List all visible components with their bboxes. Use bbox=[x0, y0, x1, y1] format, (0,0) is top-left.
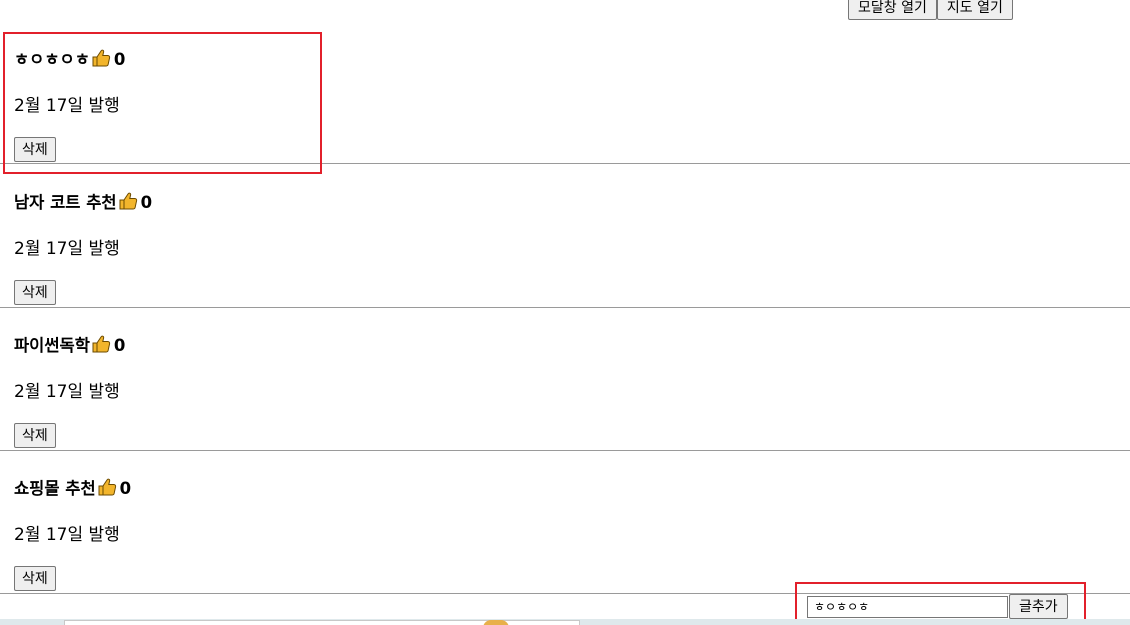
open-modal-button[interactable]: 모달창 열기 bbox=[848, 0, 937, 20]
post-title[interactable]: 파이썬독학 0 bbox=[14, 334, 125, 360]
post-date: 2월 17일 발행 bbox=[14, 525, 120, 545]
post-title-text: 남자 코트 추천 bbox=[14, 193, 117, 212]
thumbs-up-icon[interactable] bbox=[118, 191, 138, 217]
thumbs-up-icon[interactable] bbox=[91, 334, 111, 360]
like-count: 0 bbox=[113, 50, 126, 69]
post-item: 남자 코트 추천 0 2월 17일 발행 삭제 bbox=[0, 164, 1130, 308]
add-post-button[interactable]: 글추가 bbox=[1009, 594, 1068, 619]
bottom-avatar-icon bbox=[483, 620, 509, 625]
post-item: 쇼핑몰 추천 0 2월 17일 발행 삭제 bbox=[0, 450, 1130, 594]
thumbs-up-icon[interactable] bbox=[91, 48, 111, 74]
delete-button[interactable]: 삭제 bbox=[14, 137, 56, 162]
post-title-input[interactable] bbox=[807, 595, 1008, 618]
post-title[interactable]: 남자 코트 추천 0 bbox=[14, 191, 152, 217]
delete-button[interactable]: 삭제 bbox=[14, 423, 56, 448]
top-controls: 모달창 열기 지도 열기 bbox=[848, 0, 1013, 20]
add-post-form: 글추가 bbox=[807, 594, 1068, 619]
post-item: ㅎㅇㅎㅇㅎ 0 2월 17일 발행 삭제 bbox=[0, 20, 1130, 164]
like-count: 0 bbox=[119, 479, 132, 498]
thumbs-up-icon[interactable] bbox=[97, 477, 117, 503]
bottom-content-strip bbox=[0, 619, 1130, 625]
delete-button[interactable]: 삭제 bbox=[14, 280, 56, 305]
page: 모달창 열기 지도 열기 ㅎㅇㅎㅇㅎ 0 2월 17일 발행 삭제 남자 코트 추… bbox=[0, 0, 1130, 625]
post-title[interactable]: 쇼핑몰 추천 0 bbox=[14, 477, 131, 503]
like-count: 0 bbox=[113, 336, 126, 355]
post-date: 2월 17일 발행 bbox=[14, 382, 120, 402]
open-map-button[interactable]: 지도 열기 bbox=[936, 0, 1013, 20]
post-title-text: 쇼핑몰 추천 bbox=[14, 479, 96, 498]
post-item: 파이썬독학 0 2월 17일 발행 삭제 bbox=[0, 307, 1130, 451]
post-title-text: ㅎㅇㅎㅇㅎ bbox=[14, 50, 90, 69]
delete-button[interactable]: 삭제 bbox=[14, 566, 56, 591]
post-date: 2월 17일 발행 bbox=[14, 239, 120, 259]
post-date: 2월 17일 발행 bbox=[14, 96, 120, 116]
post-title-text: 파이썬독학 bbox=[14, 336, 90, 355]
like-count: 0 bbox=[140, 193, 153, 212]
post-title[interactable]: ㅎㅇㅎㅇㅎ 0 bbox=[14, 48, 125, 74]
